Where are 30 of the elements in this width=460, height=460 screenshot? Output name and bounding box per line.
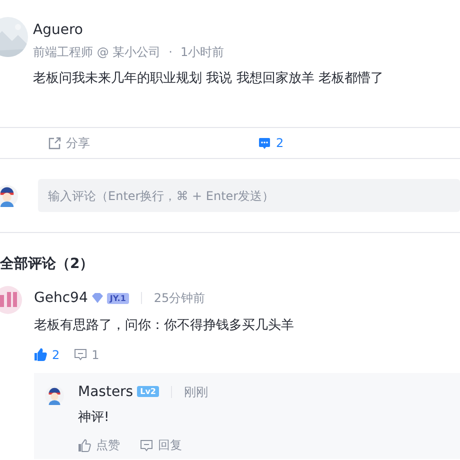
author-name: Aguero — [33, 21, 84, 39]
comment-button[interactable]: 2 — [258, 134, 318, 152]
reply-button[interactable]: 1 — [74, 346, 100, 364]
share-button[interactable]: 分享 — [48, 134, 108, 152]
author-name: Masters — [78, 382, 134, 400]
share-icon — [48, 136, 61, 150]
comment-icon — [140, 438, 153, 452]
avatar-icon — [0, 184, 18, 206]
author-title: 前端工程师 @ 某小公司 — [33, 44, 161, 61]
avatar-icon — [0, 286, 22, 314]
comment-text: 神评! — [78, 408, 110, 426]
comment-icon — [258, 136, 271, 150]
post-time: 1小时前 — [180, 44, 224, 61]
author-name: Gehc94 — [34, 289, 88, 307]
like-button[interactable]: 点赞 — [78, 436, 120, 454]
comment-text: 老板有思路了，问你：你不得挣钱多买几头羊 — [34, 317, 295, 335]
level-badge: Lv2 — [137, 386, 159, 397]
post-content: 老板问我未来几年的职业规划 我说 我想回家放羊 老板都懵了 — [33, 70, 384, 88]
diamond-icon — [92, 293, 103, 303]
thumbs-up-icon — [34, 348, 47, 361]
comments-heading: 全部评论（2） — [0, 254, 94, 274]
level-badge: JY.1 — [106, 292, 129, 304]
comment-time: 25分钟前 — [154, 290, 206, 307]
comment-time: 刚刚 — [184, 384, 208, 400]
comment-icon — [74, 348, 87, 361]
reply-button[interactable]: 回复 — [140, 436, 182, 454]
thumbs-up-icon — [78, 438, 91, 452]
like-button[interactable]: 2 — [34, 346, 60, 364]
dot-separator: · — [168, 44, 172, 61]
comment-input[interactable]: 输入评论（Enter换行，⌘ + Enter发送） — [38, 179, 460, 212]
